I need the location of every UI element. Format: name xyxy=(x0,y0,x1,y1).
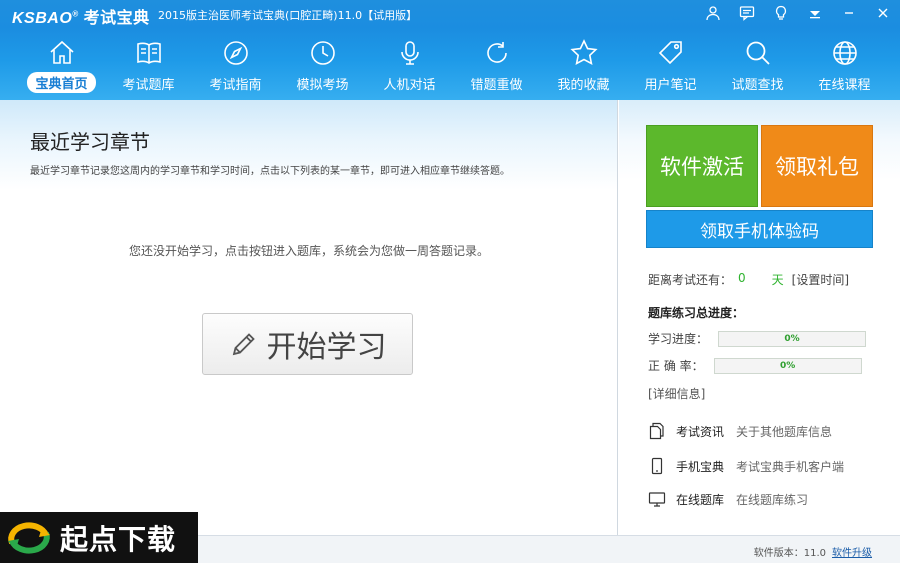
accuracy-label: 正 确 率： xyxy=(648,359,704,373)
close-icon[interactable] xyxy=(866,0,900,26)
nav-question-bank[interactable]: 考试题库 xyxy=(105,34,192,96)
nav-label: 试题查找 xyxy=(731,78,784,93)
gift-button[interactable]: 领取礼包 xyxy=(761,125,873,207)
info-key: 手机宝典 xyxy=(676,459,725,474)
study-progress-value: 0% xyxy=(784,333,800,344)
start-study-label: 开始学习 xyxy=(266,330,387,365)
nav-dialogue[interactable]: 人机对话 xyxy=(366,34,453,96)
progress-title: 题库练习总进度： xyxy=(648,306,745,320)
nav-online-course[interactable]: 在线课程 xyxy=(801,34,888,96)
accuracy-row: 正 确 率： 0% xyxy=(648,357,862,374)
dropdown-icon[interactable] xyxy=(798,0,832,26)
recent-chapters-panel: 最近学习章节 最近学习章节记录您这周内的学习章节和学习时间，点击以下列表的某一章… xyxy=(0,100,618,535)
window-title: 2015版主治医师考试宝典(口腔正畸)11.0【试用版】 xyxy=(158,9,418,22)
nav-label: 我的收藏 xyxy=(557,78,610,93)
nav-home[interactable]: 宝典首页 xyxy=(18,34,105,96)
title-bar: KSBAO® 考试宝典 2015版主治医师考试宝典(口腔正畸)11.0【试用版】 xyxy=(0,0,900,28)
set-time-link[interactable]: [设置时间] xyxy=(792,271,849,288)
nav-search[interactable]: 试题查找 xyxy=(714,34,801,96)
search-icon xyxy=(746,41,770,65)
nav-label: 人机对话 xyxy=(383,78,436,93)
watermark-text: 起点下载 xyxy=(60,522,177,556)
accuracy-value: 0% xyxy=(780,360,796,371)
page-title: 最近学习章节 xyxy=(30,130,150,154)
logo-cn: 考试宝典 xyxy=(83,10,150,27)
microphone-icon xyxy=(400,41,419,65)
titlebar-controls xyxy=(696,0,900,28)
bulb-icon[interactable] xyxy=(764,0,798,26)
nav-label: 用户笔记 xyxy=(644,78,697,93)
nav-notes[interactable]: 用户笔记 xyxy=(627,34,714,96)
nav-label: 在线课程 xyxy=(818,78,871,93)
minimize-icon[interactable] xyxy=(832,0,866,26)
document-icon xyxy=(649,422,664,440)
top-bar: KSBAO® 考试宝典 2015版主治医师考试宝典(口腔正畸)11.0【试用版】 xyxy=(0,0,900,100)
main-nav: 宝典首页 考试题库 考试指南 模拟考场 人机对话 错题重做 我的收藏 用户笔记 xyxy=(18,34,888,96)
countdown-days: 0 xyxy=(738,271,746,285)
exam-countdown: 距离考试还有： 0 天 [设置时间] xyxy=(648,271,849,288)
home-icon xyxy=(49,40,74,64)
nav-label: 模拟考场 xyxy=(296,78,349,93)
app-logo: KSBAO® 考试宝典 xyxy=(12,4,150,28)
nav-favorites[interactable]: 我的收藏 xyxy=(540,34,627,96)
nav-exam-guide[interactable]: 考试指南 xyxy=(192,34,279,96)
accuracy-bar: 0% xyxy=(713,357,862,374)
info-row-mobile[interactable]: 手机宝典 考试宝典手机客户端 xyxy=(648,457,844,475)
compass-icon xyxy=(223,41,248,65)
side-panel: 软件激活 领取礼包 领取手机体验码 距离考试还有： 0 天 [设置时间] 题库练… xyxy=(619,100,900,535)
book-icon xyxy=(136,42,161,64)
star-icon xyxy=(569,39,598,66)
message-icon[interactable] xyxy=(730,0,764,26)
info-value: 关于其他题库信息 xyxy=(736,424,833,439)
nav-label: 考试题库 xyxy=(122,78,175,93)
watermark-logo-icon xyxy=(8,521,50,554)
user-icon[interactable] xyxy=(696,0,730,26)
logo-text: KSBAO xyxy=(12,10,73,27)
nav-label: 宝典首页 xyxy=(27,72,96,93)
info-value: 考试宝典手机客户端 xyxy=(736,459,845,474)
upgrade-link[interactable]: 软件升级 xyxy=(832,548,872,559)
study-progress-bar: 0% xyxy=(718,330,867,347)
countdown-prefix: 距离考试还有： xyxy=(648,273,733,287)
info-row-online-bank[interactable]: 在线题库 在线题库练习 xyxy=(648,490,808,508)
logo-registered: ® xyxy=(72,9,79,19)
page-description: 最近学习章节记录您这周内的学习章节和学习时间，点击以下列表的某一章节，即可进入相… xyxy=(30,166,510,177)
study-progress-label: 学习进度： xyxy=(648,332,709,346)
watermark: 起点下载 xyxy=(0,512,198,563)
countdown-unit: 天 xyxy=(771,273,784,287)
info-value: 在线题库练习 xyxy=(736,492,809,507)
monitor-icon xyxy=(648,492,666,507)
detail-link[interactable]: [详细信息] xyxy=(648,385,705,402)
activate-button[interactable]: 软件激活 xyxy=(646,125,758,207)
nav-label: 考试指南 xyxy=(209,78,262,93)
version-info: 软件版本：11.0 软件升级 xyxy=(754,544,872,559)
info-key: 在线题库 xyxy=(676,492,725,507)
info-row-exam-news[interactable]: 考试资讯 关于其他题库信息 xyxy=(648,422,832,440)
info-key: 考试资讯 xyxy=(676,424,725,439)
clock-icon xyxy=(310,41,335,65)
globe-icon xyxy=(832,41,857,65)
pencil-icon xyxy=(232,333,255,356)
start-study-button[interactable]: 开始学习 xyxy=(202,313,413,375)
phone-icon xyxy=(651,457,663,475)
empty-tip: 您还没开始学习，点击按钮进入题库，系统会为您做一周答题记录。 xyxy=(128,244,489,258)
nav-redo[interactable]: 错题重做 xyxy=(453,34,540,96)
phone-code-button[interactable]: 领取手机体验码 xyxy=(646,210,873,248)
study-progress-row: 学习进度： 0% xyxy=(648,330,867,347)
nav-mock-exam[interactable]: 模拟考场 xyxy=(279,34,366,96)
nav-label: 错题重做 xyxy=(470,78,523,93)
redo-icon xyxy=(486,42,507,63)
tag-icon xyxy=(658,41,682,65)
version-text: 软件版本：11.0 xyxy=(753,548,826,559)
